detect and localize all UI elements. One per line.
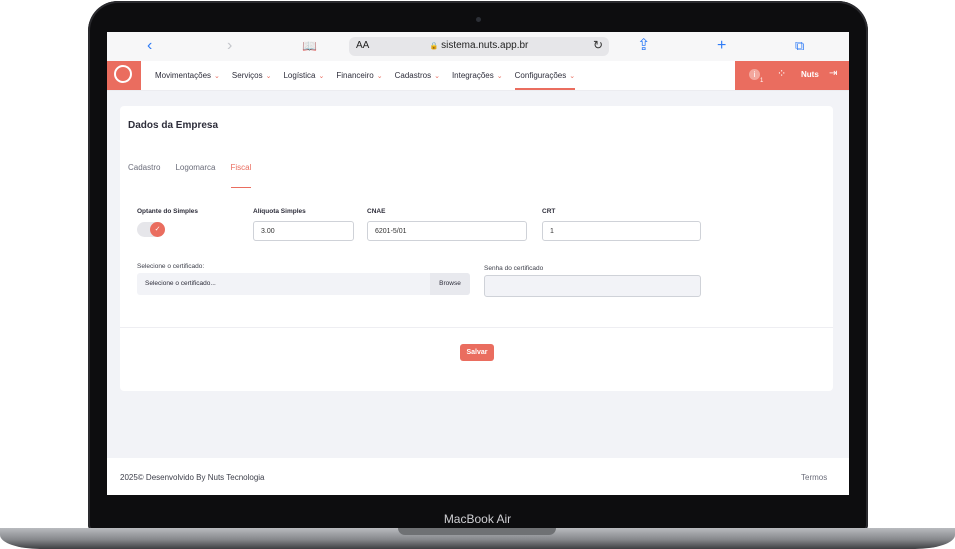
aliquota-label: Alíquota Simples bbox=[253, 208, 306, 215]
cnae-input[interactable]: 6201-5/01 bbox=[367, 221, 527, 241]
optante-toggle[interactable]: ✓ bbox=[137, 222, 165, 237]
divider bbox=[120, 327, 833, 328]
cert-password-label: Senha do certificado bbox=[484, 265, 544, 272]
menu-label: Financeiro bbox=[336, 71, 374, 80]
chevron-down-icon: ⌄ bbox=[318, 72, 325, 80]
certificate-file-input[interactable]: Selecione o certificado... Browse bbox=[137, 273, 470, 295]
tab-logomarca[interactable]: Logomarca bbox=[175, 163, 215, 188]
page-title: Dados da Empresa bbox=[128, 120, 219, 131]
bookmarks-icon[interactable]: 📖 bbox=[302, 37, 317, 55]
browser-toolbar: ‹ › 📖 AA 🔒 sistema.nuts.app.br ↻ ⇪ + ⧉ bbox=[107, 32, 849, 61]
chevron-down-icon: ⌄ bbox=[569, 72, 576, 80]
address-bar[interactable]: AA 🔒 sistema.nuts.app.br ↻ bbox=[349, 37, 609, 56]
url-text: 🔒 sistema.nuts.app.br bbox=[349, 40, 609, 51]
laptop-notch bbox=[398, 528, 556, 535]
menu-integracoes[interactable]: Integrações ⌄ bbox=[452, 61, 503, 90]
chevron-down-icon: ⌄ bbox=[265, 72, 272, 80]
chevron-down-icon: ⌄ bbox=[376, 72, 383, 80]
menu-label: Integrações bbox=[451, 71, 494, 80]
new-tab-icon[interactable]: + bbox=[717, 37, 726, 55]
tab-cadastro[interactable]: Cadastro bbox=[128, 163, 160, 188]
menu-label: Configurações bbox=[514, 71, 567, 80]
lock-icon: 🔒 bbox=[429, 43, 439, 50]
app-navbar: Movimentações ⌄ Serviços ⌄ Logística ⌄ Fina… bbox=[107, 61, 849, 91]
browse-button[interactable]: Browse bbox=[430, 273, 470, 295]
main-menu: Movimentações ⌄ Serviços ⌄ Logística ⌄ Fina… bbox=[155, 61, 576, 90]
tab-fiscal[interactable]: Fiscal bbox=[230, 163, 251, 188]
menu-servicos[interactable]: Serviços ⌄ bbox=[232, 61, 272, 90]
url: sistema.nuts.app.br bbox=[441, 40, 529, 51]
logo-icon bbox=[114, 65, 132, 83]
logout-icon[interactable]: ⇥ bbox=[829, 68, 837, 79]
cert-password-input[interactable] bbox=[484, 275, 701, 297]
certificate-placeholder: Selecione o certificado... bbox=[145, 280, 216, 287]
check-icon: ✓ bbox=[150, 222, 165, 237]
terms-link[interactable]: Termos bbox=[801, 473, 827, 482]
certificate-label: Selecione o certificado: bbox=[137, 263, 205, 270]
copyright: 2025© Desenvolvido By Nuts Tecnologia bbox=[120, 473, 265, 482]
optante-label: Optante do Simples bbox=[137, 208, 199, 215]
company-data-card: Dados da Empresa Cadastro Logomarca Fisc… bbox=[120, 106, 833, 391]
tabs: Cadastro Logomarca Fiscal bbox=[128, 163, 251, 188]
user-name[interactable]: Nuts bbox=[801, 70, 819, 79]
tabs-icon[interactable]: ⧉ bbox=[795, 37, 804, 55]
forward-icon[interactable]: › bbox=[227, 37, 232, 55]
app-logo[interactable] bbox=[107, 61, 141, 90]
crt-label: CRT bbox=[542, 208, 556, 215]
menu-label: Cadastros bbox=[394, 71, 432, 80]
reload-icon[interactable]: ↻ bbox=[593, 38, 603, 52]
chevron-down-icon: ⌄ bbox=[496, 72, 503, 80]
share-icon[interactable]: ⇪ bbox=[637, 37, 650, 55]
menu-configuracoes[interactable]: Configurações ⌄ bbox=[514, 61, 576, 90]
aliquota-input[interactable]: 3.00 bbox=[253, 221, 354, 241]
menu-cadastros[interactable]: Cadastros ⌄ bbox=[395, 61, 440, 90]
menu-movimentacoes[interactable]: Movimentações ⌄ bbox=[155, 61, 220, 90]
notification-count: 1 bbox=[760, 78, 764, 84]
save-button[interactable]: Salvar bbox=[460, 344, 494, 361]
menu-label: Serviços bbox=[231, 71, 263, 80]
chevron-down-icon: ⌄ bbox=[214, 72, 220, 80]
menu-financeiro[interactable]: Financeiro ⌄ bbox=[336, 61, 382, 90]
footer: 2025© Desenvolvido By Nuts Tecnologia Te… bbox=[107, 458, 849, 495]
menu-label: Logística bbox=[283, 71, 316, 80]
chevron-down-icon: ⌄ bbox=[434, 72, 440, 80]
menu-logistica[interactable]: Logística ⌄ bbox=[283, 61, 324, 90]
info-icon[interactable]: i bbox=[749, 69, 760, 80]
apps-icon[interactable]: ⁘ bbox=[777, 67, 786, 80]
camera bbox=[476, 17, 481, 22]
device-label: MacBook Air bbox=[443, 512, 512, 526]
menu-label: Movimentações bbox=[155, 71, 212, 80]
user-area: i 1 ⁘ Nuts ⇥ bbox=[735, 61, 849, 90]
screen: ‹ › 📖 AA 🔒 sistema.nuts.app.br ↻ ⇪ + ⧉ M… bbox=[107, 32, 849, 495]
cnae-label: CNAE bbox=[367, 208, 386, 215]
crt-input[interactable]: 1 bbox=[542, 221, 701, 241]
back-icon[interactable]: ‹ bbox=[147, 37, 152, 55]
